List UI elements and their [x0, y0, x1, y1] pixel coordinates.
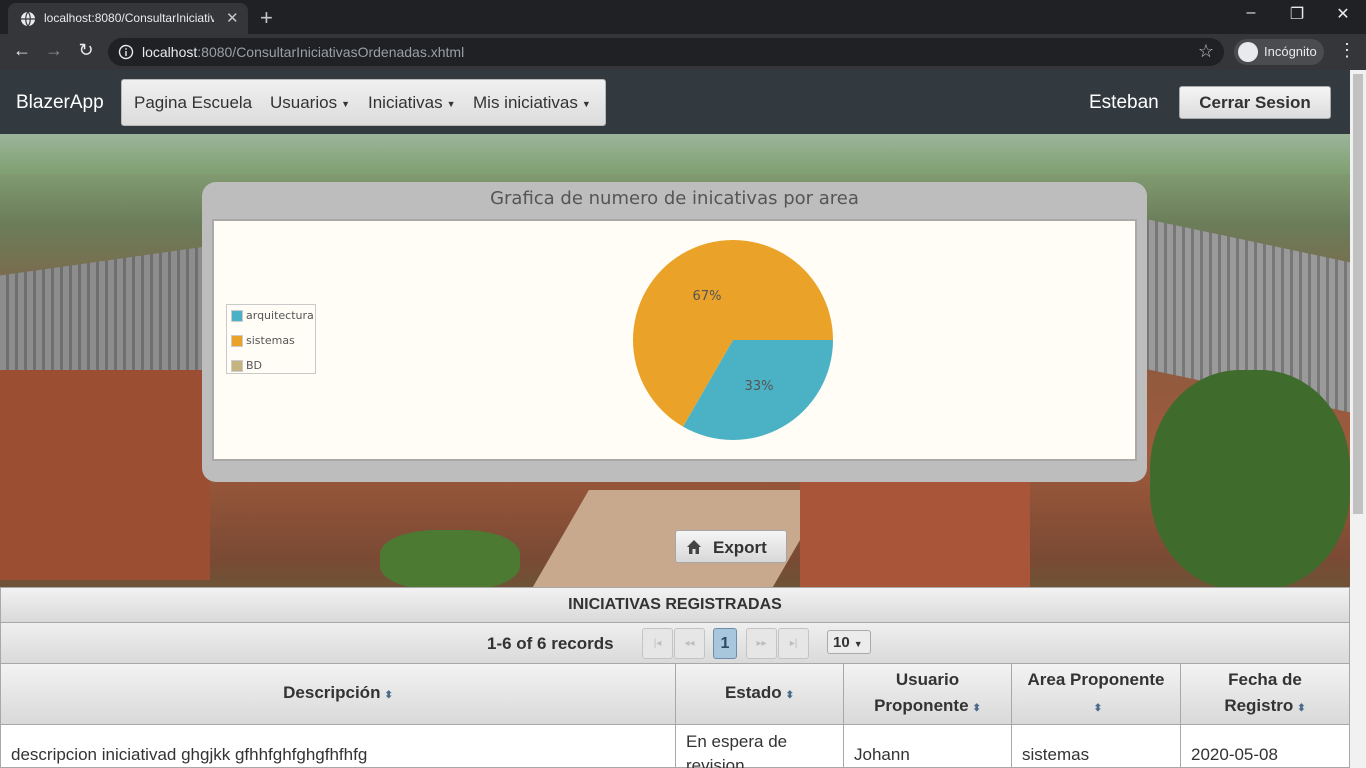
rows-per-page-select[interactable]: 10 ▼ — [827, 630, 871, 654]
page-scrollbar[interactable] — [1350, 70, 1366, 768]
browser-menu-icon[interactable]: ⋮ — [1338, 40, 1356, 61]
column-header-area-proponente[interactable]: Area Proponente ⬍ — [1012, 664, 1181, 725]
column-label: Area Proponente — [1027, 669, 1165, 689]
background-building-left — [0, 370, 210, 580]
browser-tab[interactable]: localhost:8080/ConsultarIniciativas ✕ — [8, 3, 248, 34]
browser-tab-bar: localhost:8080/ConsultarIniciativas ✕ + … — [0, 0, 1366, 34]
incognito-badge[interactable]: Incógnito — [1234, 39, 1324, 65]
next-page-button[interactable]: ▸▸ — [746, 628, 777, 659]
column-label: Proponente — [874, 695, 969, 715]
sort-icon: ⬍ — [384, 689, 393, 701]
sort-icon: ⬍ — [785, 689, 795, 701]
sort-icon: ⬍ — [1093, 702, 1103, 714]
background-building-center — [800, 480, 1030, 590]
cell-fecha: 2020-05-08 — [1191, 745, 1278, 764]
column-header-usuario-proponente[interactable]: Usuario Proponente ⬍ — [844, 664, 1012, 725]
page-viewport: BlazerApp Pagina Escuela Usuarios ▼ Inici… — [0, 70, 1350, 768]
paginator-report: 1-6 of 6 records — [487, 634, 614, 653]
column-header-descripcion[interactable]: Descripción ⬍ — [1, 664, 676, 725]
pie-data-label: 67% — [693, 289, 722, 304]
column-header-fecha-registro[interactable]: Fecha de Registro ⬍ — [1181, 664, 1349, 725]
sort-icon: ⬍ — [1297, 702, 1306, 714]
column-label: Usuario — [895, 669, 960, 689]
chart-panel: Grafica de numero de inicativas por area… — [202, 182, 1147, 482]
chevron-down-icon: ▼ — [341, 98, 351, 109]
cell-area: sistemas — [1012, 725, 1181, 768]
chart-legend: arquitectura sistemas BD — [226, 304, 316, 374]
chevron-down-icon: ▼ — [581, 98, 591, 109]
chart-title: Grafica de numero de inicativas por area — [490, 188, 859, 209]
rows-per-page-value: 10 — [833, 634, 850, 651]
chart-area: arquitectura sistemas BD 33% 67% — [212, 219, 1137, 461]
restore-icon[interactable]: ❐ — [1274, 4, 1320, 24]
close-window-icon[interactable]: ✕ — [1320, 4, 1366, 24]
column-label: Descripción — [283, 682, 381, 702]
table-caption: INICIATIVAS REGISTRADAS — [1, 588, 1349, 623]
logout-button[interactable]: Cerrar Sesion — [1179, 86, 1331, 119]
column-label: Registro — [1224, 695, 1294, 715]
forward-icon[interactable]: → — [42, 40, 66, 61]
background-trees-right — [1150, 370, 1350, 590]
current-user-name: Esteban — [1089, 92, 1159, 113]
menu-label: Mis iniciativas — [473, 93, 578, 112]
iniciativas-table: INICIATIVAS REGISTRADAS 1-6 of 6 records… — [0, 587, 1350, 768]
cell-usuario: Johann — [844, 725, 1012, 768]
menu-usuarios[interactable]: Usuarios ▼ — [270, 93, 350, 113]
menu-label: Usuarios — [270, 93, 338, 112]
new-tab-button[interactable]: + — [260, 5, 273, 31]
menu-label: Pagina Escuela — [134, 93, 253, 112]
main-menubar: Pagina Escuela Usuarios ▼ Iniciativas ▼ Mi… — [121, 79, 606, 126]
table-paginator: 1-6 of 6 records |◂ ◂◂ 1 ▸▸ ▸| 10 ▼ — [1, 623, 1349, 664]
legend-label: arquitectura — [246, 309, 314, 322]
url-path: :8080/ConsultarIniciativasOrdenadas.xhtm… — [197, 44, 465, 60]
prev-page-button[interactable]: ◂◂ — [674, 628, 705, 659]
cell-estado: En espera de revision — [676, 725, 844, 768]
reload-icon[interactable]: ↻ — [74, 40, 98, 61]
globe-icon — [21, 11, 35, 27]
menu-iniciativas[interactable]: Iniciativas ▼ — [368, 93, 456, 113]
chevron-down-icon: ▼ — [853, 639, 863, 649]
close-tab-icon[interactable]: ✕ — [226, 9, 239, 27]
background-image — [0, 134, 1350, 174]
column-header-estado[interactable]: Estado ⬍ — [676, 664, 844, 725]
scrollbar-thumb[interactable] — [1353, 74, 1363, 514]
address-bar[interactable]: localhost:8080/ConsultarIniciativasOrden… — [108, 38, 1224, 66]
export-label: Export — [713, 538, 767, 557]
menu-pagina-escuela[interactable]: Pagina Escuela — [134, 93, 252, 113]
home-icon — [687, 540, 701, 554]
back-icon[interactable]: ← — [10, 40, 34, 61]
legend-label: sistemas — [246, 334, 295, 347]
column-label: Fecha de — [1228, 669, 1302, 689]
incognito-icon — [1238, 42, 1258, 62]
chevron-down-icon: ▼ — [446, 98, 456, 109]
browser-toolbar: ← → ↻ localhost:8080/ConsultarIniciativa… — [0, 34, 1366, 70]
legend-label: BD — [246, 359, 263, 372]
pie-chart: 33% 67% — [633, 240, 833, 440]
first-page-button[interactable]: |◂ — [642, 628, 673, 659]
cell-descripcion: descripcion iniciativad ghgjkk gfhhfghfg… — [1, 725, 676, 768]
bookmark-star-icon[interactable]: ☆ — [1198, 41, 1214, 62]
tab-title: localhost:8080/ConsultarIniciativas — [44, 11, 214, 25]
legend-swatch — [231, 310, 243, 322]
legend-swatch — [231, 360, 243, 372]
sort-icon: ⬍ — [972, 702, 981, 714]
export-button[interactable]: Export — [675, 530, 787, 563]
menu-mis-iniciativas[interactable]: Mis iniciativas ▼ — [473, 93, 591, 113]
pie-data-label: 33% — [745, 379, 774, 394]
legend-swatch — [231, 335, 243, 347]
brand-logo[interactable]: BlazerApp — [16, 92, 104, 114]
page-1-button[interactable]: 1 — [713, 628, 737, 659]
column-label: Estado — [724, 682, 782, 702]
url-text: localhost:8080/ConsultarIniciativasOrden… — [142, 44, 464, 60]
last-page-button[interactable]: ▸| — [778, 628, 809, 659]
menu-label: Iniciativas — [368, 93, 443, 112]
background-trees-center — [380, 530, 520, 590]
app-navbar: BlazerApp Pagina Escuela Usuarios ▼ Inici… — [0, 70, 1350, 134]
minimize-icon[interactable]: – — [1228, 4, 1274, 22]
incognito-label: Incógnito — [1264, 44, 1317, 59]
url-host: localhost — [142, 44, 198, 60]
info-icon[interactable] — [118, 44, 134, 60]
